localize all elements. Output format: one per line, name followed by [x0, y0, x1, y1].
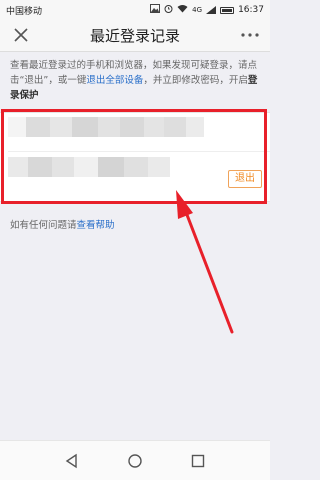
bottom-nav-bar: [0, 440, 270, 480]
recent-apps-icon[interactable]: [188, 451, 208, 471]
annotation-arrow: [176, 190, 234, 334]
home-icon[interactable]: [125, 451, 145, 471]
back-icon[interactable]: [62, 451, 82, 471]
